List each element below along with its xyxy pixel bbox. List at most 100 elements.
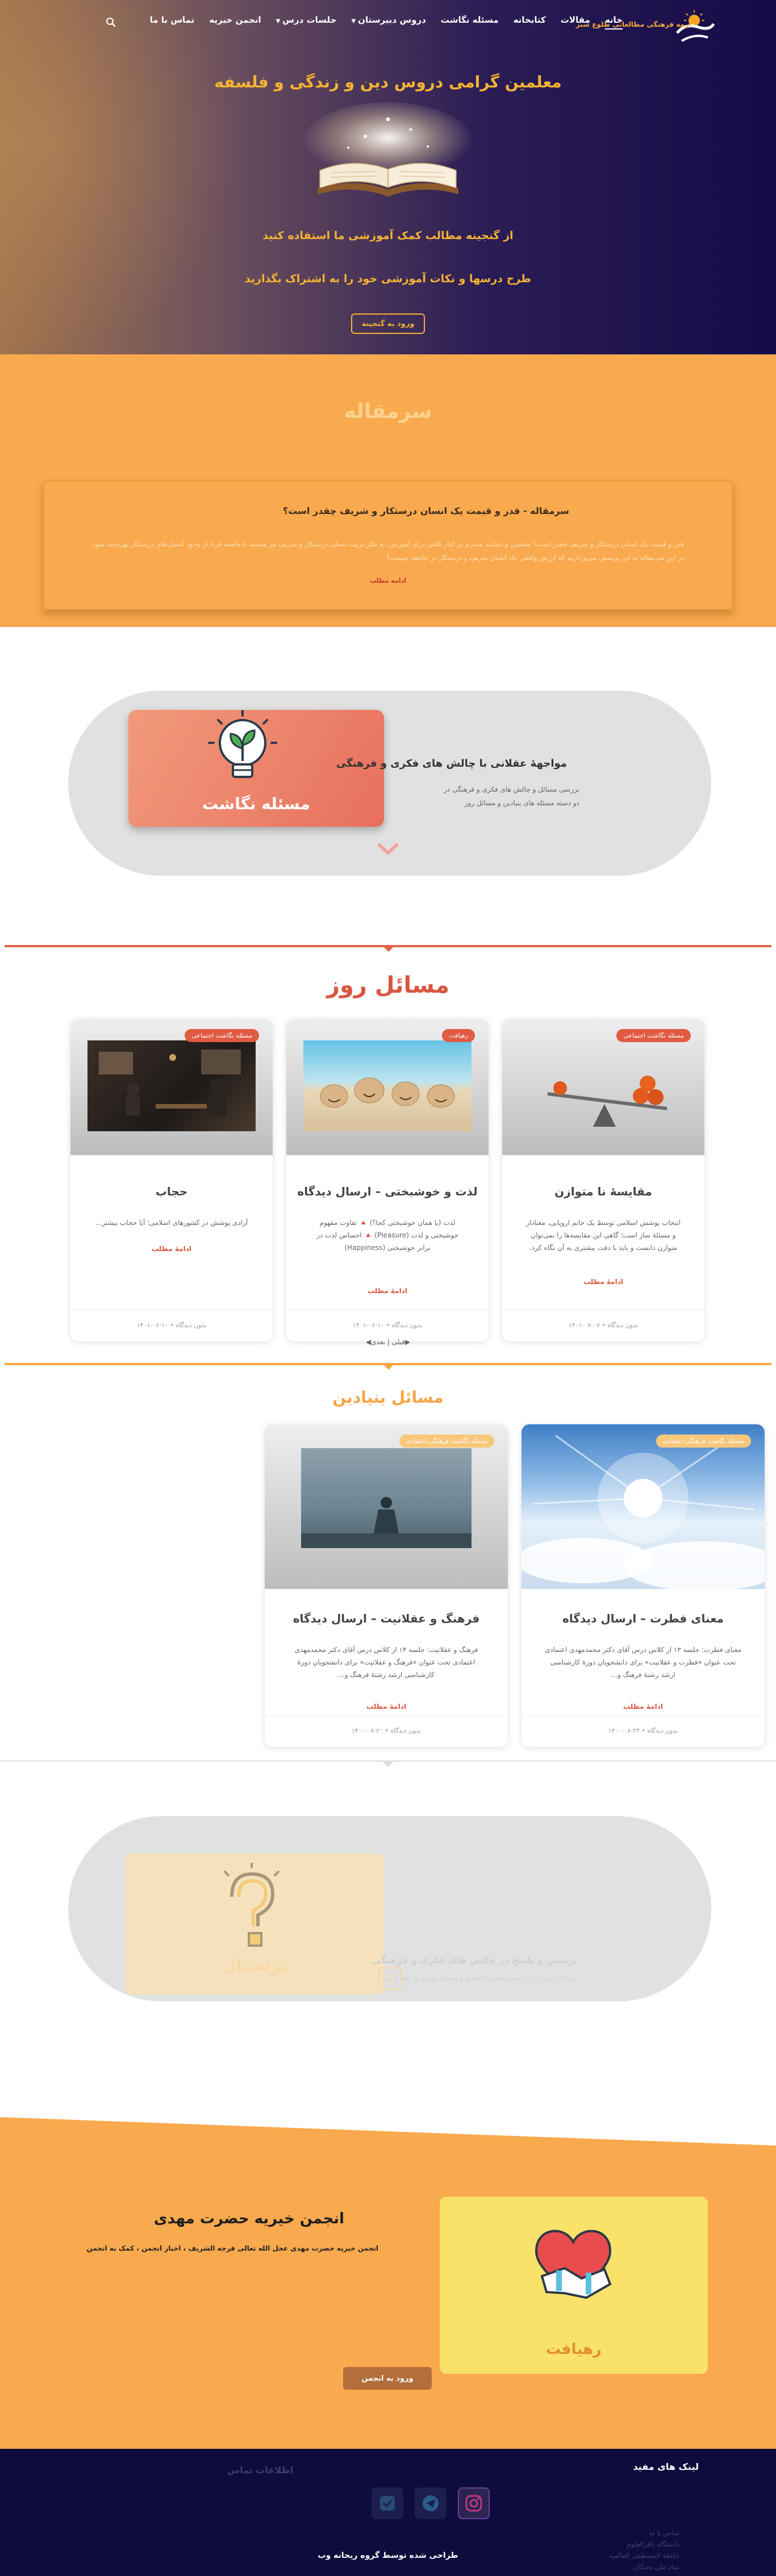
telegram-icon[interactable] [415,2487,447,2519]
footer-link[interactable]: دانشگاه باقرالعلوم [608,2539,679,2550]
article-card[interactable]: مسئله نگاشت فرهنگی-اعتقادی معنای فطرت – … [521,1424,765,1747]
slide-card-qa[interactable]: پرسمان [125,1854,384,1994]
site-tagline: آرمه فرهنگی مطالعاتی طلوع سبز [575,20,691,28]
category-badge[interactable]: مسئله نگاشت فرهنگی-اعتقادی [399,1435,494,1448]
nav-item-sessions[interactable]: ▼ جلسات درس [276,15,337,30]
enter-charity-button[interactable]: ورود به انجمن [343,2367,432,2390]
nav-item-contact[interactable]: تماس با ما [150,15,195,30]
editorial-heading: سرمقاله [344,400,432,423]
article-card[interactable]: مسئله نگاشت اجتماعی حجاب آزادی پوشش در ک… [70,1019,273,1341]
read-more-link[interactable]: ادامهٔ مطلب [286,1287,489,1295]
editorial-text: قدر و قیمت یک انسان درستکار و شریف چقدر … [90,540,684,562]
slide-title: مواجهۀ عقلانی با چالش های فکری و فرهنگی [336,758,567,770]
smiling-stones-image [320,1077,455,1108]
cafe-photo [87,1040,256,1131]
article-footer: ۱۴۰۱-۰۷-۰۷ • بدون دیدگاه [502,1310,704,1341]
instagram-glyph [465,2495,482,2512]
current-issues-heading: مسائل روز [326,972,450,998]
slide-card-label: پرسمان [221,1955,288,1975]
chevron-down-icon: ▼ [276,18,281,24]
article-footer: ۱۴۰۰-۰۸-۲۰ • بدون دیدگاه [265,1715,508,1747]
person-wall-photo [301,1448,472,1548]
read-more-link[interactable]: ادامهٔ مطلب [521,1703,765,1711]
charity-description: انجمن خیریه حضرت مهدی عجل الله تعالی فرج… [86,2244,378,2252]
article-excerpt: انتخاب پوشش اسلامی توسط یک خانم اروپایی،… [525,1219,681,1252]
nav-item-charity[interactable]: انجمن خیریه [209,15,261,30]
qa-slider-section: پرسمان پرسش و پاسخ در چالش های فکری و فر… [0,1760,776,2072]
link-icon[interactable] [372,2487,403,2519]
current-issues-section: مسائل روز مسئله نگاشت اجتماعی مقایسهٔ نا… [5,945,771,1365]
editorial-box: سرمقاله - قدر و قیمت یک انسان درستکار و … [43,480,733,610]
article-image-wall [265,1424,508,1589]
editorial-title[interactable]: سرمقاله - قدر و قیمت یک انسان درستکار و … [283,505,569,516]
footer-link-list: تماس با ما دانشگاه باقرالعلوم جامعهٔ الم… [608,2527,679,2573]
category-badge[interactable]: مسئله نگاشت اجتماعی [616,1029,691,1042]
page: خانه مقالات کتابخانه مسئله نگاشت ▼ دروس د… [0,0,776,2576]
nav-item-library[interactable]: کتابخانه [514,15,546,30]
article-title[interactable]: مقایسهٔ نا متوازن [502,1185,704,1198]
cafe-scene-image [99,1049,241,1116]
top-navbar: خانه مقالات کتابخانه مسئله نگاشت ▼ دروس د… [0,8,776,42]
search-icon[interactable] [106,17,116,27]
read-more-link[interactable]: ادامهٔ مطلب [265,1703,508,1711]
read-more-link[interactable]: ادامهٔ مطلب [502,1278,704,1286]
read-more-link[interactable]: ادامهٔ مطلب [70,1245,273,1253]
nav-item-label: دروس دبیرستان [358,15,426,25]
site-footer: لینک های مفید اطلاعات تماس تماس با ما دا… [0,2449,776,2576]
lightbulb-plant-icon [208,710,277,778]
article-excerpt: فرهنگ و عقلانیت: جلسه ۱۴ از کلاس درس آقا… [294,1646,478,1679]
footer-contact-title: اطلاعات تماس [227,2465,294,2475]
balance-scale-image [547,1076,667,1127]
article-footer: ۱۴۰۱-۰۶-۱۰ • بدون دیدگاه [286,1310,489,1341]
article-title[interactable]: لذت و خوشبختی – ارسال دیدگاه [286,1185,489,1198]
article-card[interactable]: مسئله نگاشت اجتماعی مقایسهٔ نا متوازن ان… [502,1019,704,1341]
nav-item-issue-mapping[interactable]: مسئله نگاشت [441,15,499,30]
article-title[interactable]: حجاب [70,1185,273,1198]
editorial-section: سرمقاله سرمقاله - قدر و قیمت یک انسان در… [0,354,776,630]
article-meta: ۱۴۰۱-۰۶-۱۰ • بدون دیدگاه [136,1322,207,1329]
sunburst-clouds-image [521,1435,765,1589]
nav-item-highschool-courses[interactable]: ▼ دروس دبیرستان [351,15,425,30]
issue-mapping-slider: مسئله نگاشت مواجهۀ عقلانی با چالش های فک… [0,627,776,945]
article-card[interactable]: مسئله نگاشت فرهنگی-اعتقادی فرهنگ و عقلان… [265,1424,508,1747]
article-title[interactable]: فرهنگ و عقلانیت – ارسال دیدگاه [265,1612,508,1625]
section-divider-arrow [382,945,395,952]
pager-label[interactable]: ◀قبلی | بعدی▶ [366,1338,410,1346]
category-badge[interactable]: مسئله نگاشت فرهنگی-اعتقادی [656,1435,751,1448]
hero-subtitle-1: از گنجینه مطالب کمک آموزشی ما استفاده کن… [262,229,514,242]
article-image-sky [521,1424,765,1589]
slider-next-icon[interactable] [378,1967,401,1990]
charity-card-label: رهیافت [546,2341,602,2358]
telegram-glyph [423,2495,439,2511]
nav-menu: خانه مقالات کتابخانه مسئله نگاشت ▼ دروس د… [150,15,623,30]
fundamental-issues-section: مسائل بنیادین مسئله نگاشت فرهنگی-اعتقادی… [5,1363,771,1760]
handshake-icon [535,2230,612,2299]
slide-card-label: مسئله نگاشت [202,794,310,813]
footer-link[interactable]: بنیاد ملی نخبگان [608,2561,679,2573]
article-excerpt: لذت (یا همان خوشبختی کجا؟) 🔺 تفاوت مفهوم… [316,1219,459,1252]
slide-description: بررسی مسائل و چالش های فکری و فرهنگی در … [444,785,579,807]
charity-card[interactable]: رهیافت [440,2197,708,2374]
enter-treasury-button[interactable]: ورود به گنجینه [351,313,425,334]
question-mark-icon [224,1863,279,1947]
chevron-down-icon[interactable] [375,840,401,858]
article-card[interactable]: رهیافت لذت و خوشبختی – ارسال دیدگاه لذت … [286,1019,489,1341]
carousel-pager[interactable]: ◀قبلی | بعدی▶ [5,1338,771,1346]
editorial-read-more-link[interactable]: ادامه مطلب [44,577,732,584]
seated-person-image [301,1497,472,1548]
slide-title: پرسش و پاسخ در چالش های فکری و فرهنگی [372,1955,577,1966]
beach-photo [303,1040,472,1131]
footer-credit: طراحی شده توسط گروه ریحانه وب [318,2551,458,2560]
category-badge[interactable]: رهیافت [442,1029,475,1042]
instagram-icon[interactable] [458,2487,490,2519]
footer-link[interactable]: تماس با ما [608,2527,679,2539]
article-meta: ۱۴۰۰-۰۸-۲۰ • بدون دیدگاه [351,1727,422,1734]
article-meta: ۱۴۰۱-۰۶-۱۰ • بدون دیدگاه [352,1322,423,1329]
slide-description: سوالات خود را در زمینه مسائل اعتقادی و م… [381,1974,577,1982]
category-badge[interactable]: مسئله نگاشت اجتماعی [185,1029,259,1042]
article-title[interactable]: معنای فطرت – ارسال دیدگاه [521,1612,765,1625]
footer-links-title: لینک های مفید [633,2461,699,2472]
hero-title: معلمین گرامی دروس دین و زندگی و فلسفه [214,73,562,91]
fundamental-issues-heading: مسائل بنیادین [332,1388,444,1407]
hero-subtitle-2: طرح درسها و نکات آموزشی خود را به اشتراک… [244,273,532,285]
